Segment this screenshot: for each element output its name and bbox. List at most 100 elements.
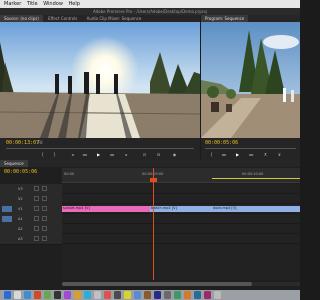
timeline-tab-bar: Sequence bbox=[0, 160, 300, 167]
photoshop-icon[interactable] bbox=[114, 291, 121, 299]
program-transport: { ◂◂ ▶ ▸▸ ⊼ ⊻ bbox=[201, 150, 300, 160]
source-scrub-bar[interactable] bbox=[6, 148, 194, 149]
rewind-icon[interactable]: ◂◂ bbox=[82, 152, 87, 157]
track-lanes[interactable]: sunset.mp4 [V] beach.mp4 [V] dock.mp4 [V… bbox=[62, 184, 300, 280]
work-area-bar[interactable] bbox=[212, 178, 300, 179]
audition-icon[interactable] bbox=[154, 291, 161, 299]
trash-icon[interactable] bbox=[214, 291, 221, 299]
solo-icon[interactable] bbox=[42, 226, 47, 231]
menu-bar: Marker Title Window Help bbox=[0, 0, 300, 8]
eye-icon[interactable] bbox=[42, 206, 47, 211]
source-transport: { } ◂ ◂◂ ▶ ▸▸ ▸ ⊡ ⊟ ◉ bbox=[0, 150, 200, 160]
program-rewind-icon[interactable]: ◂◂ bbox=[221, 152, 226, 157]
media-encoder-icon[interactable] bbox=[204, 291, 211, 299]
photos-icon[interactable] bbox=[184, 291, 191, 299]
mute-icon[interactable] bbox=[34, 236, 39, 241]
timeline-timecode[interactable]: 00:00:05:06 bbox=[4, 169, 37, 175]
sunset-frame-image bbox=[0, 22, 200, 138]
timeline-scrollbar[interactable] bbox=[62, 282, 300, 286]
export-frame-icon[interactable]: ◉ bbox=[172, 152, 177, 157]
play-icon[interactable]: ▶ bbox=[96, 152, 101, 157]
notes-icon[interactable] bbox=[74, 291, 81, 299]
folder-icon[interactable] bbox=[164, 291, 171, 299]
source-viewer[interactable] bbox=[0, 22, 200, 138]
clip-label: beach.mp4 [V] bbox=[151, 206, 177, 210]
music-icon[interactable] bbox=[104, 291, 111, 299]
program-scrub-bar[interactable] bbox=[205, 148, 296, 149]
fit-dropdown[interactable]: Fit bbox=[38, 140, 43, 145]
menu-title[interactable]: Title bbox=[27, 1, 38, 7]
illustrator-icon[interactable] bbox=[124, 291, 131, 299]
timeline-panel: Sequence 00:00:05:06 00:00 00:00:05:00 0… bbox=[0, 160, 300, 290]
track-label: V2 bbox=[18, 197, 23, 201]
program-extract-icon[interactable]: ⊻ bbox=[277, 152, 282, 157]
premiere-icon[interactable] bbox=[64, 291, 71, 299]
tab-audio-mixer[interactable]: Audio Clip Mixer: Sequence bbox=[83, 15, 146, 22]
step-forward-icon[interactable]: ▸ bbox=[124, 152, 129, 157]
program-tab-bar: Program: Sequence bbox=[201, 15, 300, 22]
mute-icon[interactable] bbox=[34, 226, 39, 231]
source-patch-a1[interactable] bbox=[2, 216, 12, 222]
track-label: A3 bbox=[18, 237, 23, 241]
step-back-icon[interactable]: ◂ bbox=[70, 152, 75, 157]
clip-label: sunset.mp4 [V] bbox=[63, 206, 90, 210]
program-controls: 00:00:05:06 { ◂◂ ▶ ▸▸ ⊼ ⊻ bbox=[201, 138, 300, 160]
mark-out-icon[interactable]: } bbox=[52, 152, 57, 157]
tab-program[interactable]: Program: Sequence bbox=[201, 15, 249, 22]
playhead[interactable] bbox=[153, 168, 154, 280]
menu-marker[interactable]: Marker bbox=[4, 1, 21, 7]
source-controls: 00:00:13:07 Fit { } ◂ ◂◂ ▶ ▸▸ ▸ ⊡ ⊟ ◉ bbox=[0, 138, 200, 160]
insert-icon[interactable]: ⊡ bbox=[142, 152, 147, 157]
program-fast-forward-icon[interactable]: ▸▸ bbox=[249, 152, 254, 157]
mark-in-icon[interactable]: { bbox=[40, 152, 45, 157]
program-play-icon[interactable]: ▶ bbox=[235, 152, 240, 157]
calendar-icon[interactable] bbox=[34, 291, 41, 299]
solo-icon[interactable] bbox=[42, 236, 47, 241]
safari-icon[interactable] bbox=[24, 291, 31, 299]
tab-effect-controls[interactable]: Effect Controls bbox=[44, 15, 81, 22]
timeline-ruler[interactable]: 00:00 00:00:05:00 00:00:10:00 bbox=[62, 168, 300, 183]
program-timecode[interactable]: 00:00:05:06 bbox=[205, 140, 238, 146]
window-title: Adobe Premiere Pro - /Users/Adobe/Deskto… bbox=[0, 8, 300, 15]
lock-icon[interactable] bbox=[34, 206, 39, 211]
source-tab-bar: Source: (no clips) Effect Controls Audio… bbox=[0, 15, 200, 22]
menu-help[interactable]: Help bbox=[69, 1, 80, 7]
track-label: A2 bbox=[18, 227, 23, 231]
mute-icon[interactable] bbox=[34, 216, 39, 221]
source-patch-v1[interactable] bbox=[2, 206, 12, 212]
terminal-icon[interactable] bbox=[54, 291, 61, 299]
finder-icon[interactable] bbox=[4, 291, 11, 299]
track-headers: V3 V2 V1 A1 A2 A3 bbox=[0, 184, 62, 280]
tab-sequence[interactable]: Sequence bbox=[0, 160, 28, 167]
overwrite-icon[interactable]: ⊟ bbox=[156, 152, 161, 157]
clip-sunset[interactable]: sunset.mp4 [V] bbox=[62, 206, 150, 212]
playhead-handle-icon[interactable] bbox=[150, 178, 157, 182]
fast-forward-icon[interactable]: ▸▸ bbox=[110, 152, 115, 157]
lock-icon[interactable] bbox=[34, 186, 39, 191]
app-store-icon[interactable] bbox=[134, 291, 141, 299]
maps-icon[interactable] bbox=[174, 291, 181, 299]
messages-icon[interactable] bbox=[44, 291, 51, 299]
dock bbox=[0, 290, 300, 300]
clip-dock[interactable]: dock.mp4 [V] bbox=[212, 206, 300, 212]
downloads-icon[interactable] bbox=[194, 291, 201, 299]
program-lift-icon[interactable]: ⊼ bbox=[263, 152, 268, 157]
eye-icon[interactable] bbox=[42, 196, 47, 201]
program-viewer[interactable] bbox=[201, 22, 300, 138]
clip-beach[interactable]: beach.mp4 [V] bbox=[150, 206, 212, 212]
solo-icon[interactable] bbox=[42, 216, 47, 221]
track-header-a3[interactable]: A3 bbox=[0, 234, 62, 245]
ruler-label-start: 00:00 bbox=[64, 172, 75, 176]
menu-window[interactable]: Window bbox=[43, 1, 63, 7]
lock-icon[interactable] bbox=[34, 196, 39, 201]
preferences-icon[interactable] bbox=[94, 291, 101, 299]
source-timecode[interactable]: 00:00:13:07 bbox=[6, 140, 39, 146]
after-effects-icon[interactable] bbox=[144, 291, 151, 299]
program-mark-in-icon[interactable]: { bbox=[209, 152, 214, 157]
mail-icon[interactable] bbox=[84, 291, 91, 299]
eye-icon[interactable] bbox=[42, 186, 47, 191]
tab-source[interactable]: Source: (no clips) bbox=[0, 15, 43, 22]
timeline-scrollbar-thumb[interactable] bbox=[62, 282, 252, 286]
clip-label: dock.mp4 [V] bbox=[213, 206, 237, 210]
launchpad-icon[interactable] bbox=[14, 291, 21, 299]
